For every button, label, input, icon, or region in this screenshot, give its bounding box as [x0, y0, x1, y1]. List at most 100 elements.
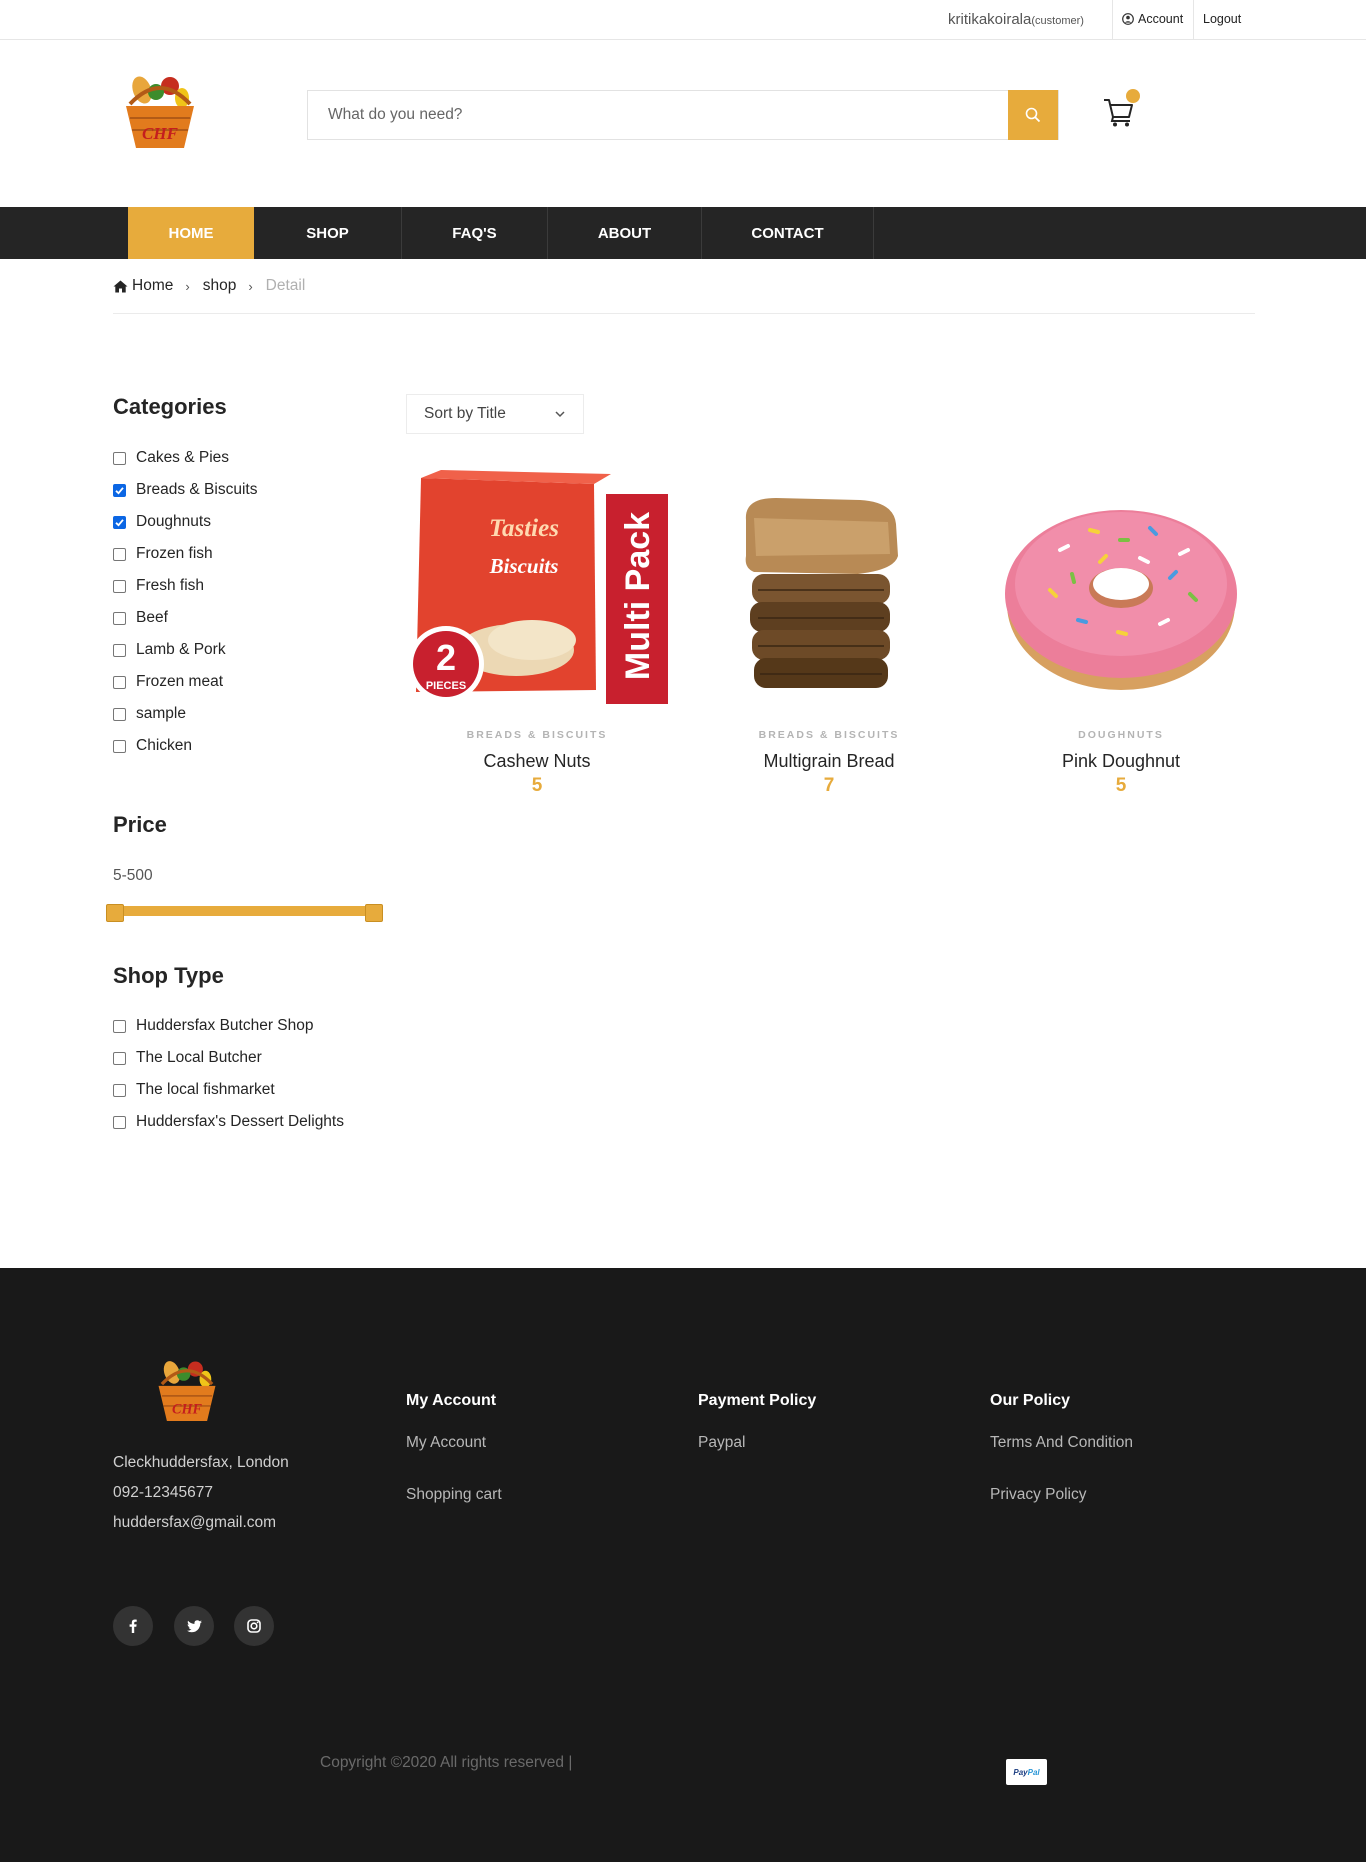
category-checkbox[interactable] [113, 579, 126, 593]
price-slider-max-handle[interactable] [365, 904, 383, 922]
category-item[interactable]: sample [113, 698, 257, 730]
footer-heading: Payment Policy [698, 1392, 817, 1409]
facebook-button[interactable] [113, 1606, 153, 1646]
category-label: Doughnuts [136, 513, 211, 530]
footer-chf-logo[interactable]: CHF [150, 1354, 224, 1426]
category-checkbox[interactable] [113, 675, 126, 689]
paypal-badge: Pay Pal [1006, 1759, 1047, 1785]
product-card[interactable]: Tasties Biscuits Multi Pack 2 PIECES BRE… [406, 470, 668, 797]
search-bar [307, 90, 1059, 140]
shop-type-checkbox[interactable] [113, 1083, 126, 1097]
product-name[interactable]: Multigrain Bread [698, 751, 960, 772]
category-checkbox[interactable] [113, 739, 126, 753]
product-category: BREADS & BISCUITS [466, 729, 608, 741]
account-link[interactable]: Account [1122, 12, 1183, 26]
category-checkbox[interactable] [113, 451, 126, 465]
footer-link-terms[interactable]: Terms And Condition [990, 1434, 1133, 1452]
price-heading: Price [113, 812, 167, 837]
product-image[interactable] [990, 470, 1252, 710]
shop-type-item[interactable]: Huddersfax Butcher Shop [113, 1010, 344, 1042]
footer-email: huddersfax@gmail.com [113, 1514, 277, 1531]
footer-heading: My Account [406, 1392, 497, 1409]
shop-type-label: The Local Butcher [136, 1049, 262, 1066]
main-nav: HOME SHOP FAQ'S ABOUT CONTACT [0, 207, 1366, 259]
shop-type-item[interactable]: The local fishmarket [113, 1074, 344, 1106]
category-item[interactable]: Fresh fish [113, 570, 257, 602]
footer-contact-info: Cleckhuddersfax, London 092-12345677 hud… [113, 1448, 289, 1538]
category-item[interactable]: Breads & Biscuits [113, 474, 257, 506]
category-item[interactable]: Doughnuts [113, 506, 257, 538]
product-card[interactable]: BREADS & BISCUITS Multigrain Bread 7 [698, 470, 960, 797]
price-slider[interactable] [106, 904, 384, 922]
shop-type-label: Huddersfax's Dessert Delights [136, 1113, 344, 1130]
category-label: Frozen meat [136, 673, 224, 690]
product-image[interactable]: Tasties Biscuits Multi Pack 2 PIECES [406, 470, 668, 710]
category-item[interactable]: Cakes & Pies [113, 442, 257, 474]
shop-type-label: The local fishmarket [136, 1081, 275, 1098]
sort-select[interactable]: Sort by Title [406, 394, 584, 434]
footer-phone: 092-12345677 [113, 1484, 213, 1501]
chf-logo[interactable]: CHF [120, 68, 200, 154]
shop-type-checkbox[interactable] [113, 1051, 126, 1065]
cart-button[interactable] [1102, 89, 1140, 128]
category-item[interactable]: Beef [113, 602, 257, 634]
chevron-down-icon [555, 411, 565, 418]
nav-shop[interactable]: SHOP [254, 207, 402, 259]
category-label: Fresh fish [136, 577, 205, 594]
product-image[interactable] [698, 470, 960, 710]
nav-about[interactable]: ABOUT [548, 207, 702, 259]
nav-home[interactable]: HOME [128, 207, 254, 259]
category-checkbox[interactable] [113, 483, 126, 497]
category-item[interactable]: Chicken [113, 730, 257, 762]
footer-link-privacy[interactable]: Privacy Policy [990, 1486, 1133, 1504]
price-slider-min-handle[interactable] [106, 904, 124, 922]
home-icon [113, 280, 128, 292]
breadcrumb-home[interactable]: Home [132, 277, 173, 295]
categories-heading: Categories [113, 394, 227, 419]
shop-type-list: Huddersfax Butcher Shop The Local Butche… [113, 1010, 344, 1138]
category-label: Beef [136, 609, 168, 626]
category-checkbox[interactable] [113, 707, 126, 721]
footer-logo-text: CHF [172, 1401, 203, 1417]
instagram-button[interactable] [234, 1606, 274, 1646]
shop-type-item[interactable]: Huddersfax's Dessert Delights [113, 1106, 344, 1138]
product-name[interactable]: Pink Doughnut [990, 751, 1252, 772]
shop-type-checkbox[interactable] [113, 1019, 126, 1033]
category-checkbox[interactable] [113, 547, 126, 561]
product-category: BREADS & BISCUITS [758, 729, 900, 741]
footer-link-shopping-cart[interactable]: Shopping cart [406, 1486, 502, 1504]
divider [113, 313, 1255, 314]
logout-link[interactable]: Logout [1203, 12, 1241, 26]
product-name[interactable]: Cashew Nuts [406, 751, 668, 772]
nav-faqs[interactable]: FAQ'S [402, 207, 548, 259]
footer-link-my-account[interactable]: My Account [406, 1434, 502, 1452]
category-checkbox[interactable] [113, 515, 126, 529]
footer-my-account: My Account My Account Shopping cart [406, 1392, 502, 1538]
category-checkbox[interactable] [113, 643, 126, 657]
category-label: Breads & Biscuits [136, 481, 258, 498]
category-label: Chicken [136, 737, 192, 754]
category-checkbox[interactable] [113, 611, 126, 625]
shop-type-checkbox[interactable] [113, 1115, 126, 1129]
search-button[interactable] [1008, 90, 1058, 140]
category-item[interactable]: Frozen meat [113, 666, 257, 698]
breadcrumb: Home › shop › Detail [113, 277, 305, 295]
price-slider-track [112, 906, 378, 916]
product-card[interactable]: DOUGHNUTS Pink Doughnut 5 [990, 470, 1252, 797]
shop-type-heading: Shop Type [113, 963, 224, 988]
category-item[interactable]: Lamb & Pork [113, 634, 257, 666]
sort-selected-value: Sort by Title [424, 405, 506, 422]
twitter-button[interactable] [174, 1606, 214, 1646]
nav-contact[interactable]: CONTACT [702, 207, 874, 259]
footer-link-paypal[interactable]: Paypal [698, 1434, 816, 1452]
breadcrumb-shop[interactable]: shop [203, 277, 237, 295]
cart-count-badge [1126, 89, 1140, 103]
search-input[interactable] [308, 91, 998, 139]
category-item[interactable]: Frozen fish [113, 538, 257, 570]
copyright-text: Copyright ©2020 All rights reserved | [320, 1754, 573, 1771]
shop-type-item[interactable]: The Local Butcher [113, 1042, 344, 1074]
instagram-icon [247, 1619, 261, 1633]
twitter-icon [186, 1619, 202, 1632]
chevron-right-icon: › [185, 278, 190, 294]
category-label: Frozen fish [136, 545, 213, 562]
